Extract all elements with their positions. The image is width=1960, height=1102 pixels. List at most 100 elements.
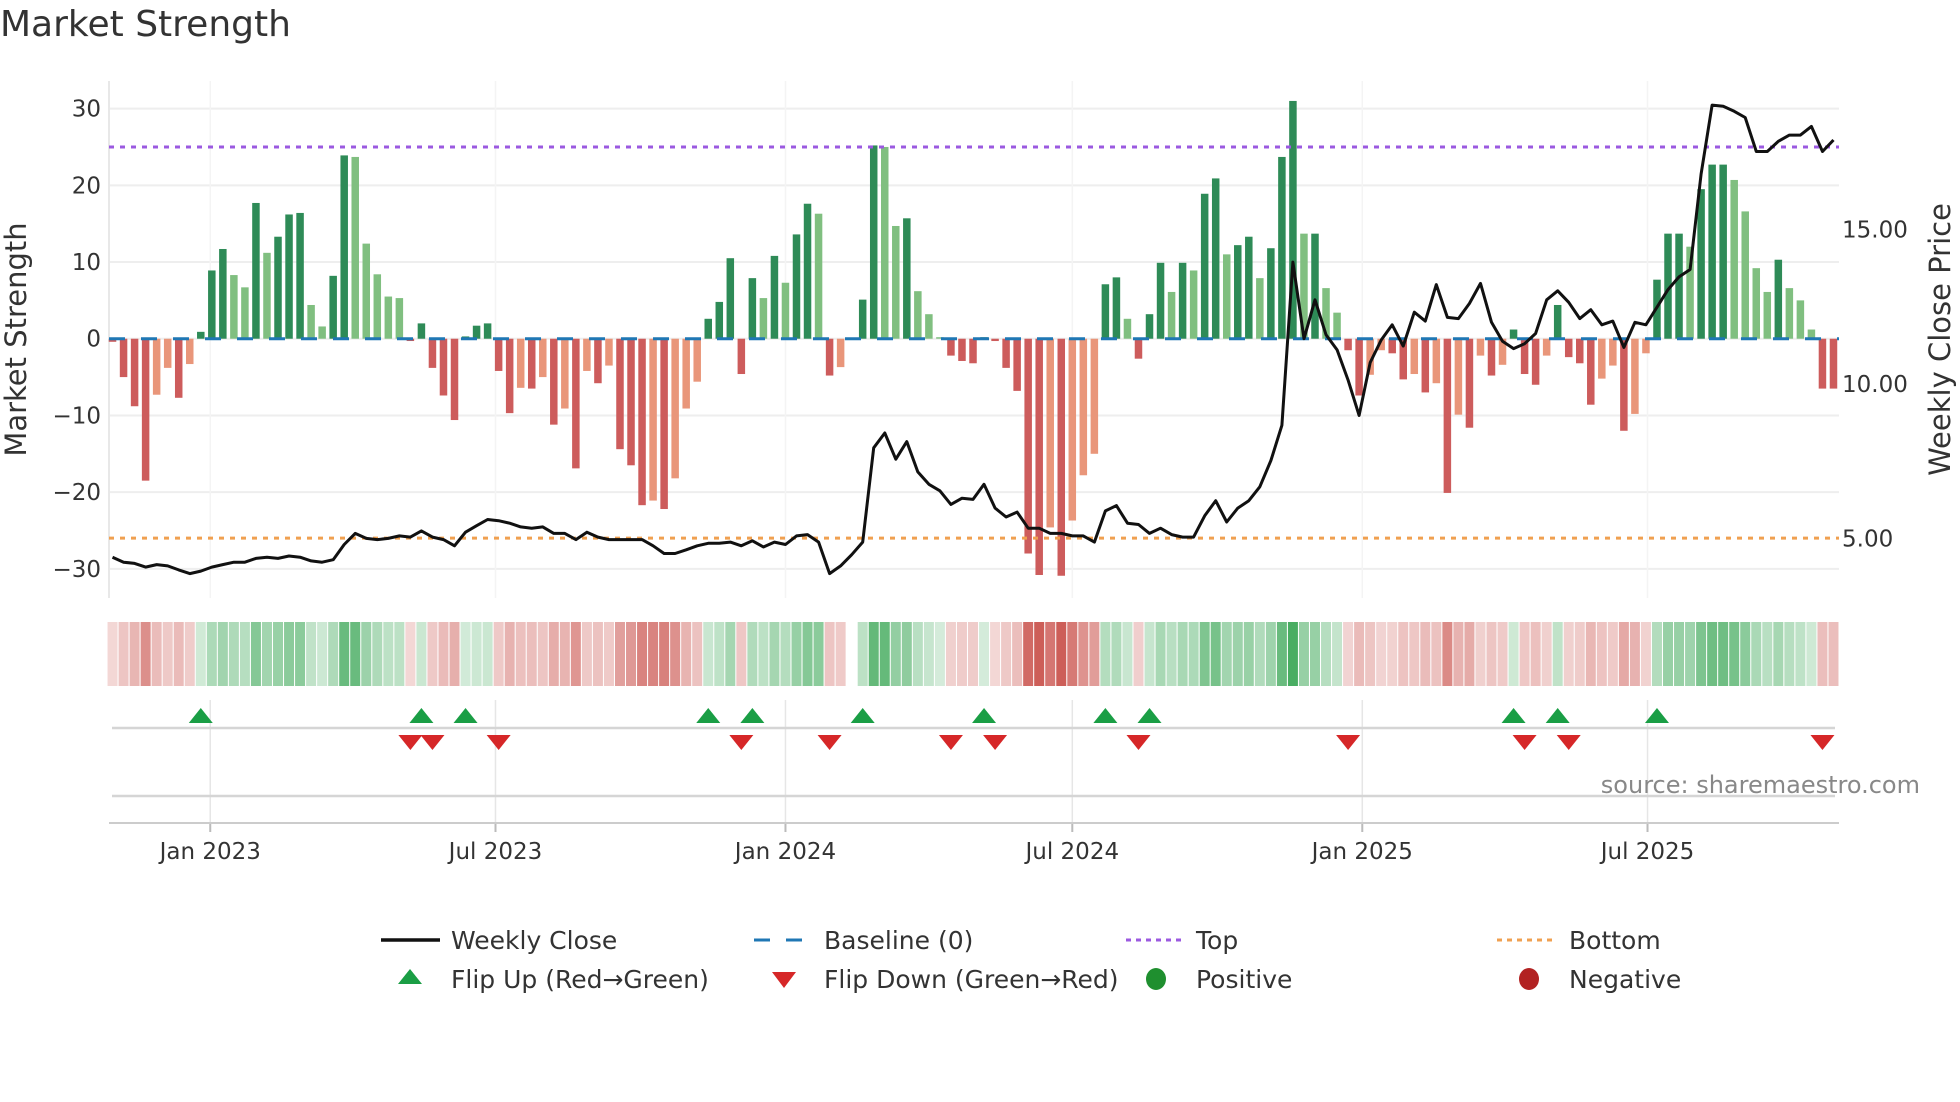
negative-bar [836, 338, 845, 368]
strength-strip-cell [1122, 622, 1133, 686]
negative-bar [1542, 338, 1551, 356]
strength-strip-cell [1133, 622, 1144, 686]
positive-bar [803, 203, 812, 339]
strength-strip-cell [284, 622, 295, 686]
flip-up-marker [453, 708, 478, 723]
strength-strip-cell [1056, 622, 1067, 686]
strength-strip-cell [1453, 622, 1464, 686]
negative-bar [682, 338, 690, 409]
negative-bar [1421, 338, 1430, 393]
strength-strip-cell [990, 622, 1001, 686]
strength-strip-cell [1828, 622, 1839, 686]
positive-bar [715, 301, 724, 339]
flip-down-marker [1126, 735, 1151, 750]
strength-strip-cell [968, 622, 979, 686]
strength-strip-cell [217, 622, 228, 686]
strength-strip-cell [515, 622, 526, 686]
source-label: source: sharemaestro.com [1601, 771, 1920, 799]
strength-strip-cell [1321, 622, 1332, 686]
negative-bar [627, 338, 635, 466]
flip-down-marker [817, 735, 842, 750]
negative-bar [638, 338, 646, 506]
strength-strip-cell [769, 622, 780, 686]
negative-bar [737, 338, 746, 375]
negative-bar [1388, 338, 1396, 354]
strength-strip-cell [504, 622, 515, 686]
positive-bar [1245, 236, 1253, 339]
flip-up-marker [696, 708, 721, 723]
flip-down-marker [1810, 735, 1835, 750]
positive-bar [252, 202, 260, 339]
positive-bar [373, 274, 382, 339]
strength-strip-cell [493, 622, 504, 686]
flip-up-marker [1093, 708, 1118, 723]
strength-strip-cell [1806, 622, 1817, 686]
negative-bar [505, 338, 514, 414]
strength-strip-cell [1773, 622, 1784, 686]
flip-up-marker [1501, 708, 1526, 723]
positive-bar [1708, 164, 1716, 339]
strength-strip-cell [1287, 622, 1298, 686]
positive-bar [869, 145, 878, 339]
x-tick-label: Jul 2024 [1023, 839, 1119, 865]
positive-bar [1675, 233, 1683, 339]
positive-bar [1222, 254, 1231, 339]
strength-strip-cell [681, 622, 692, 686]
strength-strip-cell [956, 622, 967, 686]
legend-positive-icon [1146, 968, 1166, 990]
strength-strip-cell [912, 622, 923, 686]
strength-strip-cell [350, 622, 361, 686]
positive-bar [483, 323, 492, 339]
positive-bar [1156, 262, 1165, 339]
strength-strip-cell [107, 622, 118, 686]
negative-bar [649, 338, 657, 501]
strength-strip-cell [482, 622, 493, 686]
strength-strip-cell [162, 622, 173, 686]
strength-strip-cell [449, 622, 460, 686]
strength-strip-cell [1541, 622, 1552, 686]
positive-bar [770, 255, 779, 339]
strength-strip-cell [857, 622, 868, 686]
negative-bar [947, 338, 955, 356]
positive-bar [318, 326, 326, 339]
negative-bar [494, 338, 503, 371]
positive-bar [1311, 233, 1319, 339]
negative-bar [825, 338, 834, 376]
strength-strip-cell [1784, 622, 1795, 686]
negative-bar [1454, 338, 1463, 415]
strength-strip-cell [1111, 622, 1122, 686]
strength-strip-cell [1607, 622, 1618, 686]
strength-strip-cell [890, 622, 901, 686]
positive-bar [781, 282, 790, 339]
flip-up-marker [1545, 708, 1570, 723]
strength-strip-cell [1640, 622, 1651, 686]
negative-bar [561, 338, 569, 409]
flip-down-marker [938, 735, 963, 750]
x-tick-label: Jan 2025 [1310, 839, 1413, 865]
strength-strip-cell [1354, 622, 1365, 686]
strength-strip-cell [1199, 622, 1210, 686]
strength-strip-cell [1795, 622, 1806, 686]
negative-bar [516, 338, 525, 388]
negative-bar [152, 338, 161, 395]
negative-bar [1829, 338, 1838, 389]
strength-strip-cell [1332, 622, 1343, 686]
positive-bar [1333, 312, 1341, 339]
strength-strip-cell [239, 622, 250, 686]
negative-bar [1090, 338, 1099, 454]
positive-bar [881, 146, 889, 339]
positive-bar [704, 318, 712, 339]
strength-strip-cell [416, 622, 427, 686]
strength-strip-cell [1166, 622, 1177, 686]
negative-bar [1620, 338, 1628, 431]
legend-top: Top [1195, 926, 1238, 955]
y-tick-label: 0 [86, 327, 101, 353]
strength-strip-cell [802, 622, 813, 686]
flip-down-marker [729, 735, 754, 750]
strength-strip-cell [438, 622, 449, 686]
flip-down-marker [486, 735, 511, 750]
positive-bar [417, 323, 426, 339]
positive-bar [307, 304, 315, 339]
positive-bar [1730, 179, 1738, 339]
strength-strip-cell [250, 622, 261, 686]
